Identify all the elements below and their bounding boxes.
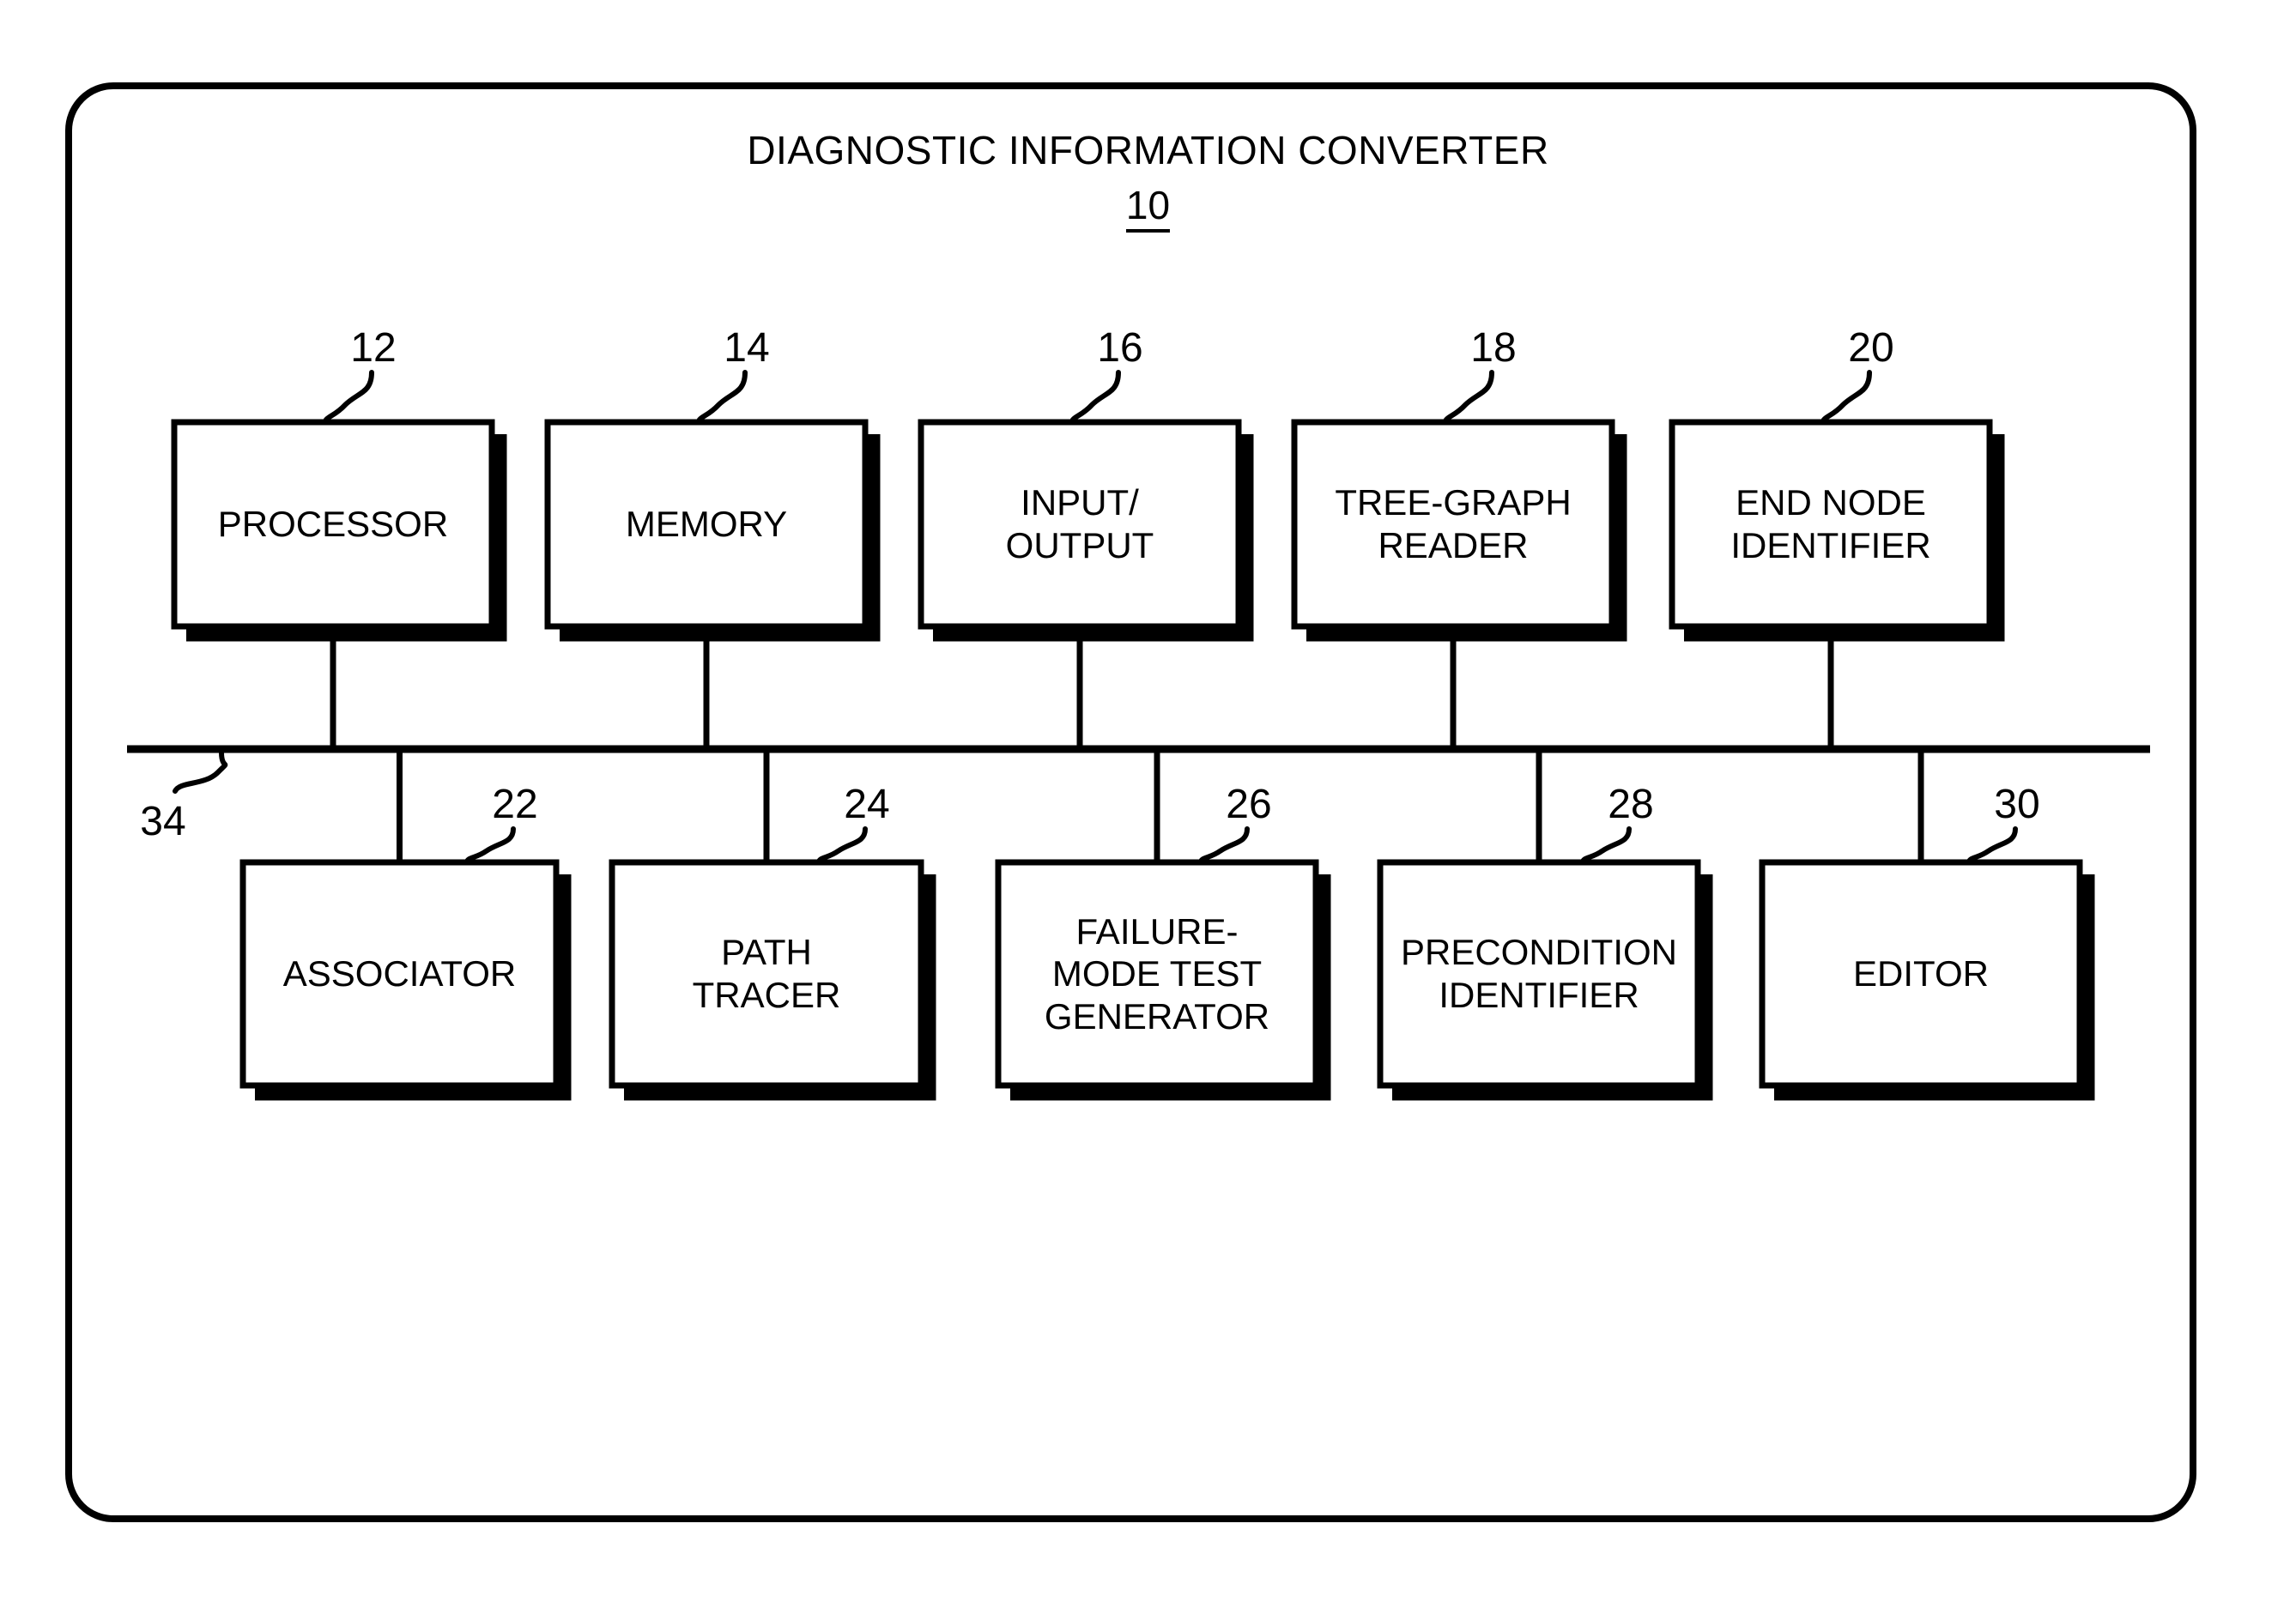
- reference-numeral-26: 26: [1226, 782, 1272, 827]
- leader-line-associator: [464, 826, 516, 865]
- reference-numeral-18: 18: [1470, 325, 1517, 371]
- leader-line-processor: [323, 370, 374, 425]
- reference-numeral-20: 20: [1848, 325, 1894, 371]
- block-path-tracer: [609, 859, 924, 1089]
- block-input-output: [918, 419, 1242, 630]
- leader-line-tree-graph-reader: [1443, 370, 1494, 425]
- figure-reference-numeral-value: 10: [1125, 183, 1171, 233]
- reference-numeral-16: 16: [1097, 325, 1143, 371]
- page-title: DIAGNOSTIC INFORMATION CONVERTER: [747, 128, 1549, 172]
- leader-line-end-node-identifier: [1820, 370, 1872, 425]
- leader-line-memory: [696, 370, 748, 425]
- diagram-canvas: [65, 82, 2196, 1522]
- outer-frame: [65, 82, 2196, 1522]
- leader-line-input-output: [1069, 370, 1121, 425]
- leader-line-path-tracer: [816, 826, 868, 865]
- block-tree-graph-reader: [1291, 419, 1615, 630]
- block-diagram-figure: DIAGNOSTIC INFORMATION CONVERTER 10 PROC…: [0, 0, 2296, 1602]
- leader-line-precondition-identifier: [1580, 826, 1632, 865]
- reference-numeral-22: 22: [492, 782, 538, 827]
- reference-numeral-14: 14: [724, 325, 770, 371]
- leader-line-editor: [1966, 826, 2018, 865]
- reference-numeral-30: 30: [1994, 782, 2040, 827]
- block-failure-mode-test-generator: [995, 859, 1319, 1089]
- reference-numeral-12: 12: [350, 325, 397, 371]
- block-processor: [171, 419, 495, 630]
- reference-numeral-24: 24: [844, 782, 890, 827]
- block-associator: [239, 859, 560, 1089]
- reference-numeral-28: 28: [1608, 782, 1654, 827]
- block-precondition-identifier: [1377, 859, 1701, 1089]
- block-memory: [544, 419, 869, 630]
- leader-line-system-bus: [173, 750, 228, 794]
- block-editor: [1759, 859, 2083, 1089]
- leader-line-failure-mode-test-generator: [1198, 826, 1250, 865]
- reference-numeral-34: 34: [140, 799, 186, 844]
- block-end-node-identifier: [1669, 419, 1993, 630]
- figure-reference-numeral: 10: [0, 182, 2296, 233]
